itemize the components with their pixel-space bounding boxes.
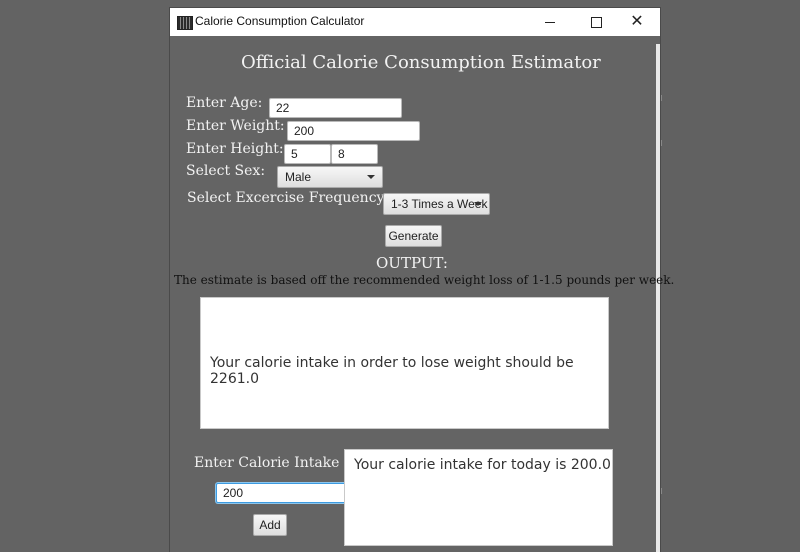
frequency-label: Select Excercise Frequency: — [187, 190, 390, 206]
app-icon — [177, 16, 193, 30]
chevron-down-icon — [474, 202, 482, 206]
frequency-select-value: 1-3 Times a Week — [391, 197, 488, 211]
maximize-icon — [590, 16, 602, 28]
height-feet-input[interactable] — [284, 144, 331, 164]
weight-input[interactable] — [287, 121, 420, 141]
app-window: Calorie Consumption Calculator ✕ Officia… — [170, 8, 674, 552]
page-title: Official Calorie Consumption Estimator — [241, 52, 601, 73]
age-label: Enter Age: — [186, 95, 263, 111]
close-button[interactable]: ✕ — [617, 8, 657, 36]
intake-result-box[interactable]: Your calorie intake for today is 200.0 — [344, 449, 613, 546]
output-result-text: Your calorie intake in order to lose wei… — [210, 355, 574, 387]
minimize-button[interactable] — [530, 8, 570, 36]
desktop-mark — [660, 95, 662, 101]
desktop-mark — [660, 140, 662, 146]
maximize-button[interactable] — [576, 8, 616, 36]
add-button[interactable]: Add — [253, 514, 287, 536]
chevron-down-icon — [367, 175, 375, 179]
weight-label: Enter Weight: — [186, 118, 285, 134]
desktop-mark — [660, 488, 662, 494]
calorie-intake-input[interactable] — [216, 483, 346, 503]
window-title: Calorie Consumption Calculator — [195, 14, 365, 28]
output-result-box[interactable]: Your calorie intake in order to lose wei… — [200, 297, 609, 429]
height-label: Enter Height: — [186, 141, 284, 157]
sex-select-value: Male — [285, 170, 312, 184]
sex-label: Select Sex: — [186, 163, 266, 179]
close-icon: ✕ — [630, 13, 644, 30]
height-inches-input[interactable] — [331, 144, 378, 164]
window-edge — [656, 44, 660, 552]
desktop-background — [660, 0, 800, 552]
sex-select[interactable]: Male — [277, 166, 383, 188]
title-bar[interactable]: Calorie Consumption Calculator ✕ — [170, 8, 660, 36]
output-heading: OUTPUT: — [376, 254, 448, 272]
generate-button[interactable]: Generate — [385, 225, 442, 247]
age-input[interactable] — [269, 98, 402, 118]
intake-label: Enter Calorie Intake — [194, 455, 340, 471]
intake-result-text: Your calorie intake for today is 200.0 — [354, 457, 611, 473]
frequency-select[interactable]: 1-3 Times a Week — [383, 193, 490, 215]
output-note: The estimate is based off the recommende… — [174, 273, 675, 287]
minimize-icon — [545, 21, 555, 23]
